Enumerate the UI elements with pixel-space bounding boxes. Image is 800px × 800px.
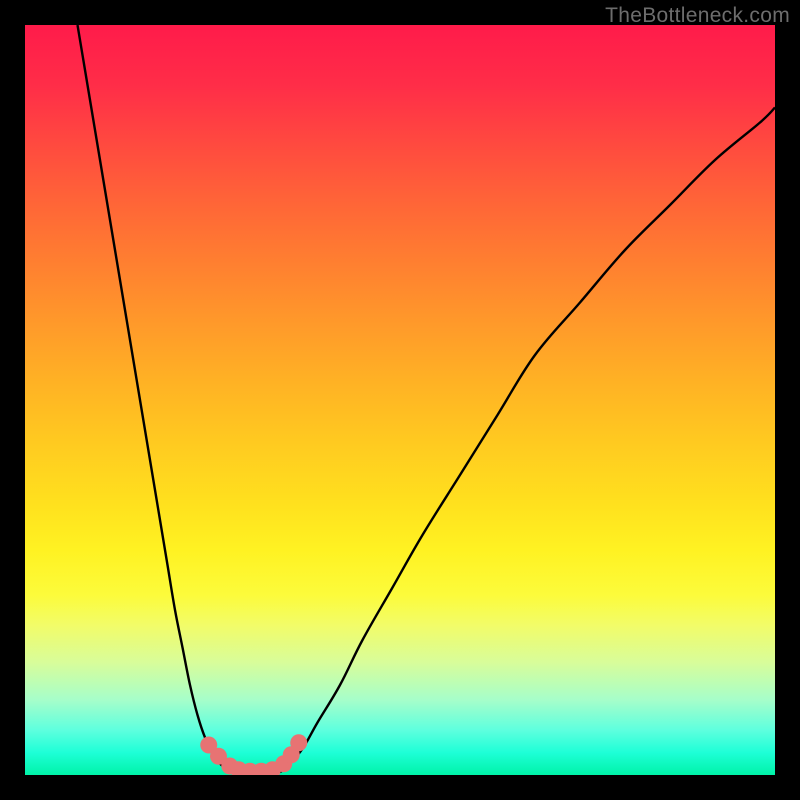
data-markers bbox=[200, 734, 307, 775]
left-curve bbox=[78, 25, 243, 774]
right-curve bbox=[273, 108, 776, 775]
bottleneck-chart bbox=[25, 25, 775, 775]
data-marker bbox=[290, 734, 307, 751]
watermark-text: TheBottleneck.com bbox=[605, 4, 790, 28]
